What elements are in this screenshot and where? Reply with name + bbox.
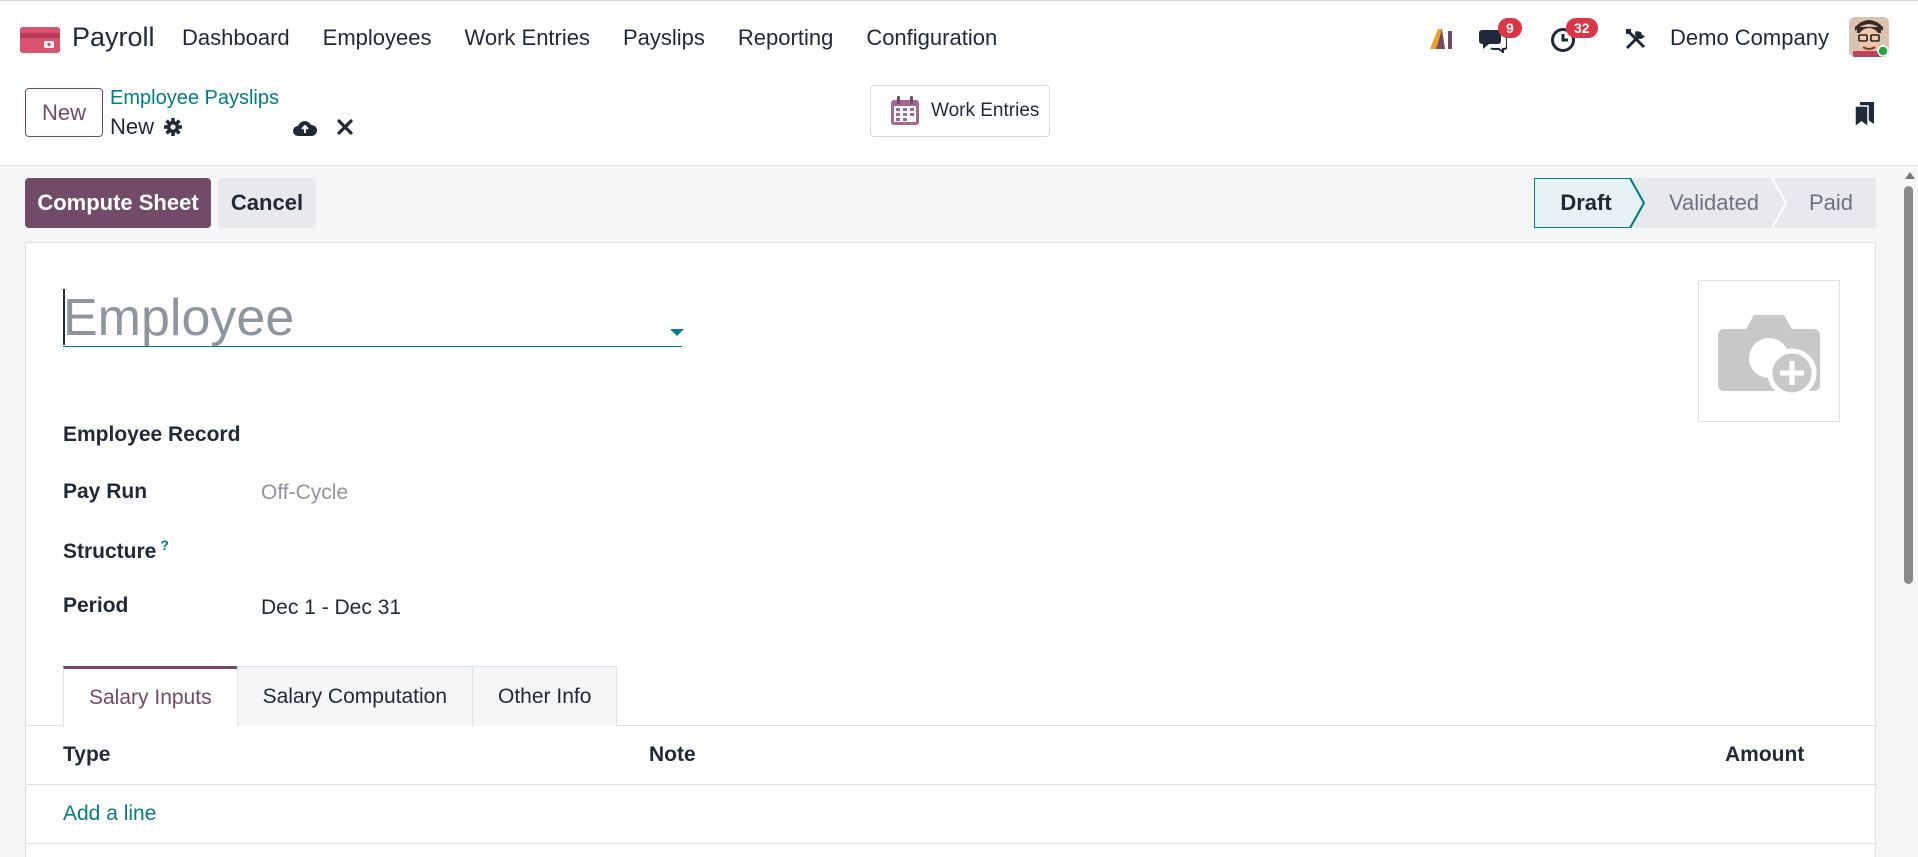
work-entries-label: Work Entries [931,100,1040,121]
add-line-link[interactable]: Add a line [63,802,156,826]
compute-sheet-button[interactable]: Compute Sheet [25,178,211,228]
status-validated[interactable]: Validated [1644,178,1784,228]
column-type[interactable]: Type [63,743,110,767]
employee-record-label: Employee Record [63,423,241,446]
menu-payslips[interactable]: Payslips [623,25,705,51]
menu-employees[interactable]: Employees [323,25,432,51]
bookmark-icon[interactable] [1854,100,1876,128]
tab-salary-computation[interactable]: Salary Computation [236,666,474,726]
tab-other-info[interactable]: Other Info [472,666,618,726]
discard-close-icon[interactable] [336,118,354,136]
form-view: Compute Sheet Cancel Draft Validated Pai… [0,166,1900,857]
column-note[interactable]: Note [649,743,696,767]
notebook-tabs: Salary Inputs Salary Computation Other I… [63,666,618,727]
employee-placeholder: Employee [63,289,295,347]
period-label: Period [63,594,129,617]
pay-run-label: Pay Run [63,480,148,503]
camera-add-icon [1718,315,1820,398]
breadcrumb-current: New [110,114,155,139]
table-header: Type Note Amount [26,726,1877,785]
column-amount[interactable]: Amount [1725,743,1804,767]
cancel-button[interactable]: Cancel [218,178,316,228]
ai-icon[interactable] [1428,27,1454,51]
pay-run-field[interactable]: Off-Cycle [261,481,348,505]
scroll-thumb[interactable] [1904,186,1913,584]
user-avatar[interactable] [1849,17,1889,57]
menu-work-entries[interactable]: Work Entries [464,25,590,51]
status-bar: Draft Validated Paid [1534,178,1876,228]
status-draft[interactable]: Draft [1534,178,1638,228]
payroll-app-icon[interactable] [20,25,60,55]
avatar-image-icon [1849,17,1889,57]
main-menu: Dashboard Employees Work Entries Payslip… [182,25,1030,51]
scroll-up-arrow-icon[interactable] [1905,172,1915,179]
form-sheet: Employee Employee Record Pay Run Off-Cyc… [25,242,1877,857]
messages-badge: 9 [1498,18,1522,38]
breadcrumb-parent[interactable]: Employee Payslips [110,87,279,110]
structure-label: Structure? [63,537,169,564]
save-cloud-icon[interactable] [292,118,318,138]
company-switcher[interactable]: Demo Company [1670,25,1829,51]
calendar-icon [891,96,919,125]
text-caret [63,289,65,345]
tab-salary-inputs[interactable]: Salary Inputs [63,666,238,727]
app-title[interactable]: Payroll [72,22,155,53]
employee-input[interactable]: Employee [63,289,682,347]
work-entries-button[interactable]: Work Entries [870,85,1050,137]
menu-configuration[interactable]: Configuration [866,25,997,51]
table-row-divider [26,843,1877,844]
gear-icon[interactable] [163,117,183,137]
vertical-scrollbar[interactable] [1900,166,1918,857]
debug-tools-icon[interactable] [1624,27,1648,51]
structure-help-icon[interactable]: ? [160,537,169,553]
top-navbar: Payroll Dashboard Employees Work Entries… [0,0,1918,78]
activities-badge: 32 [1566,18,1598,38]
menu-dashboard[interactable]: Dashboard [182,25,290,51]
employee-photo-upload[interactable] [1698,280,1840,422]
status-paid[interactable]: Paid [1786,178,1876,228]
structure-label-text: Structure [63,540,157,563]
control-panel: New Employee Payslips New Work Entries [0,78,1918,166]
employee-dropdown-icon[interactable] [670,329,684,336]
menu-reporting[interactable]: Reporting [738,25,833,51]
new-button[interactable]: New [25,88,103,137]
period-field[interactable]: Dec 1 - Dec 31 [261,596,401,620]
